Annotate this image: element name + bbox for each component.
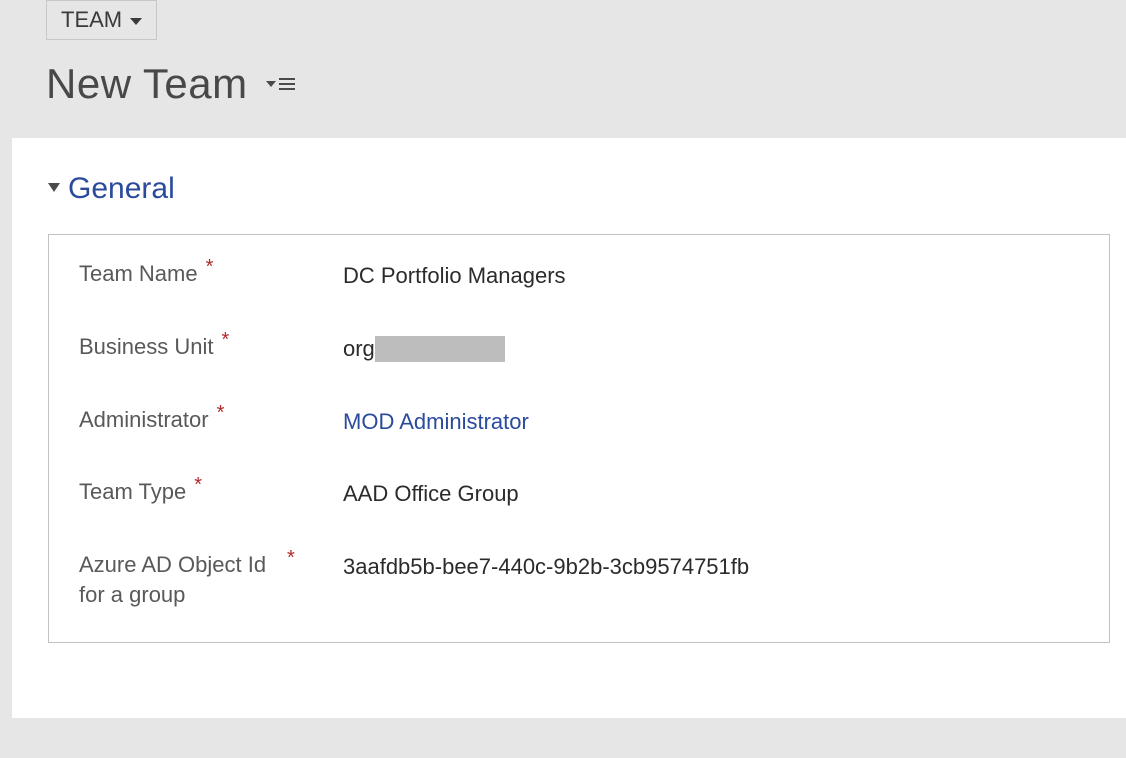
field-aad-object-id: Azure AD Object Id for a group * 3aafdb5…: [79, 550, 1083, 609]
form-body: General Team Name * DC Portfolio Manager…: [12, 138, 1126, 718]
label-text: Administrator: [79, 405, 209, 435]
entity-type-dropdown[interactable]: TEAM: [46, 0, 157, 40]
entity-type-label: TEAM: [61, 7, 122, 33]
field-label: Business Unit *: [79, 332, 343, 362]
field-label: Team Type *: [79, 477, 343, 507]
required-icon: *: [287, 548, 295, 568]
business-unit-lookup[interactable]: org: [343, 332, 505, 365]
chevron-down-icon: [266, 81, 276, 87]
required-icon: *: [222, 330, 230, 350]
field-business-unit: Business Unit * org: [79, 332, 1083, 365]
menu-icon: [279, 78, 295, 90]
redacted-block: [375, 336, 505, 362]
team-name-input[interactable]: DC Portfolio Managers: [343, 259, 566, 292]
administrator-lookup[interactable]: MOD Administrator: [343, 405, 529, 438]
chevron-down-icon: [130, 18, 142, 25]
chevron-down-icon: [48, 183, 60, 198]
field-label: Administrator *: [79, 405, 343, 435]
field-administrator: Administrator * MOD Administrator: [79, 405, 1083, 438]
field-team-name: Team Name * DC Portfolio Managers: [79, 259, 1083, 292]
required-icon: *: [206, 257, 214, 277]
label-text: Azure AD Object Id for a group: [79, 550, 279, 609]
label-text: Business Unit: [79, 332, 214, 362]
general-section-fields: Team Name * DC Portfolio Managers Busine…: [48, 234, 1110, 643]
form-header: TEAM New Team: [0, 0, 1126, 138]
section-title: General: [68, 172, 175, 206]
page-title: New Team: [46, 60, 248, 108]
field-label: Azure AD Object Id for a group *: [79, 550, 343, 609]
required-icon: *: [217, 403, 225, 423]
field-team-type: Team Type * AAD Office Group: [79, 477, 1083, 510]
aad-object-id-input[interactable]: 3aafdb5b-bee7-440c-9b2b-3cb9574751fb: [343, 550, 749, 583]
section-toggle-general[interactable]: General: [48, 172, 1126, 206]
label-text: Team Type: [79, 477, 186, 507]
business-unit-link[interactable]: org: [343, 334, 375, 365]
required-icon: *: [194, 475, 202, 495]
label-text: Team Name: [79, 259, 198, 289]
team-type-select[interactable]: AAD Office Group: [343, 477, 519, 510]
field-label: Team Name *: [79, 259, 343, 289]
record-menu-button[interactable]: [266, 78, 295, 90]
